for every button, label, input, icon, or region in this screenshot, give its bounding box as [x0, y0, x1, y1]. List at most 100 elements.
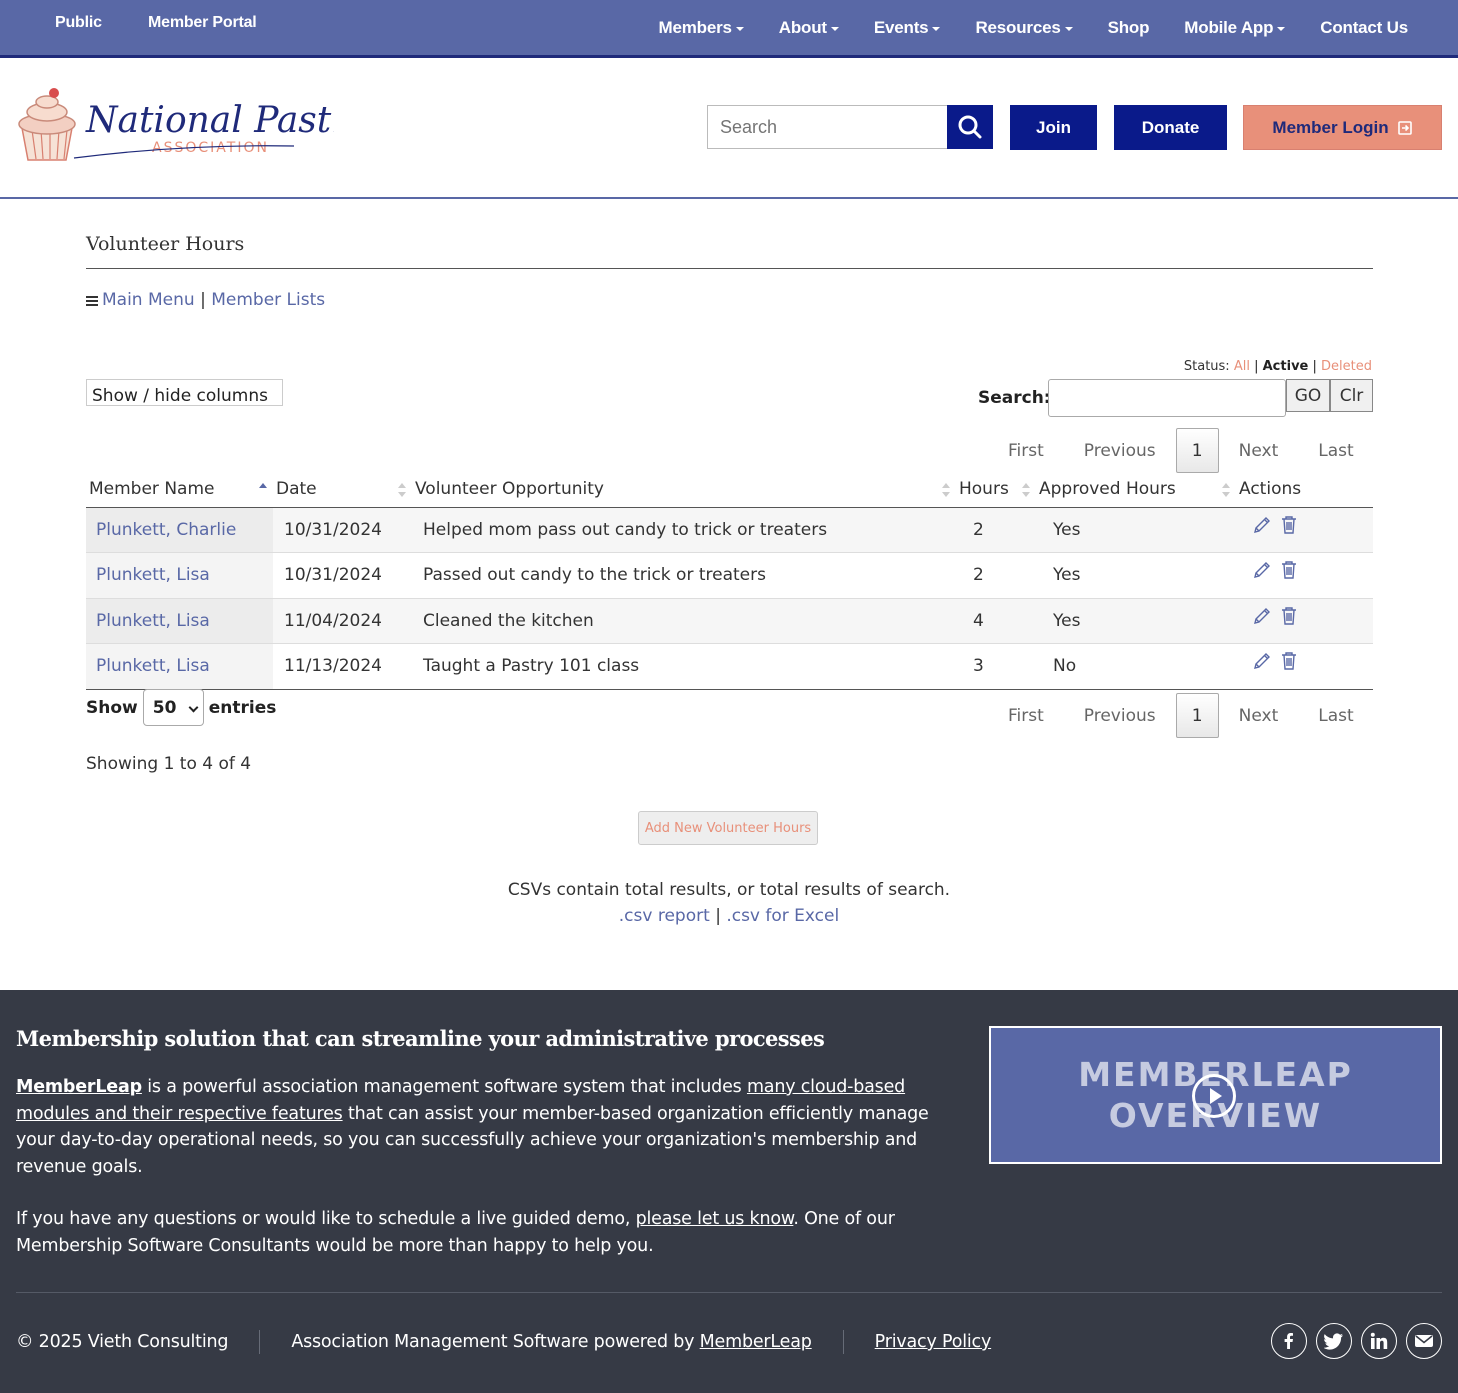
pagination-bottom: First Previous 1 Next Last	[988, 693, 1374, 738]
trash-icon[interactable]	[1280, 560, 1298, 580]
status-all-link[interactable]: All	[1234, 359, 1250, 374]
col-actions: Actions	[1236, 472, 1373, 508]
nav-contact-us[interactable]: Contact Us	[1320, 18, 1408, 38]
table-search-input[interactable]	[1048, 379, 1286, 417]
pager-first[interactable]: First	[988, 706, 1064, 726]
play-icon[interactable]	[1192, 1074, 1236, 1118]
site-logo[interactable]: National Pastries ASSOCIATION	[14, 82, 400, 172]
col-date[interactable]: Date	[273, 472, 412, 508]
pager-previous[interactable]: Previous	[1064, 706, 1176, 726]
edit-icon[interactable]	[1252, 515, 1272, 535]
member-name-link[interactable]: Plunkett, Lisa	[86, 552, 273, 598]
social-links	[1271, 1323, 1442, 1359]
actions-cell	[1236, 597, 1373, 644]
edit-icon[interactable]	[1252, 651, 1272, 671]
member-portal-link[interactable]: Member Portal	[148, 14, 257, 32]
email-icon[interactable]	[1406, 1323, 1442, 1359]
pager-next[interactable]: Next	[1219, 441, 1299, 461]
main-nav: Members About Events Resources Shop Mobi…	[659, 18, 1409, 38]
linkedin-icon[interactable]	[1361, 1323, 1397, 1359]
svg-text:ASSOCIATION: ASSOCIATION	[152, 140, 269, 156]
trash-icon[interactable]	[1280, 515, 1298, 535]
member-login-label: Member Login	[1272, 117, 1389, 137]
nav-resources[interactable]: Resources	[975, 18, 1073, 38]
status-deleted-link[interactable]: Deleted	[1321, 359, 1372, 374]
member-name-link[interactable]: Plunkett, Lisa	[86, 643, 273, 690]
nav-shop[interactable]: Shop	[1108, 18, 1150, 38]
chevron-down-icon	[188, 702, 199, 713]
footer-paragraph-1: MemberLeap is a powerful association man…	[16, 1077, 929, 1177]
csv-note: CSVs contain total results, or total res…	[507, 880, 951, 900]
site-header: National Pastries ASSOCIATION Join Donat…	[0, 58, 1458, 199]
public-link[interactable]: Public	[55, 14, 102, 32]
table-row: Plunkett, Lisa 10/31/2024 Passed out candy…	[86, 552, 1373, 598]
powered-by-link[interactable]: MemberLeap	[700, 1332, 812, 1352]
caret-down-icon	[735, 26, 744, 31]
show-hide-columns-button[interactable]: Show / hide columns	[86, 379, 283, 406]
site-search-input[interactable]	[707, 105, 948, 149]
member-name-link[interactable]: Plunkett, Charlie	[86, 507, 273, 553]
page-title: Volunteer Hours	[86, 233, 245, 255]
approved-cell: Yes	[1036, 507, 1236, 553]
pager-first[interactable]: First	[988, 441, 1064, 461]
col-volunteer-opportunity[interactable]: Volunteer Opportunity	[412, 472, 956, 508]
pager-last[interactable]: Last	[1298, 441, 1373, 461]
copyright: © 2025 Vieth Consulting	[16, 1332, 229, 1352]
breadcrumb: Main Menu | Member Lists	[86, 290, 325, 310]
nav-members[interactable]: Members	[659, 18, 744, 38]
memberleap-link[interactable]: MemberLeap	[16, 1077, 142, 1097]
search-icon	[958, 115, 982, 139]
opportunity-cell: Helped mom pass out candy to trick or tr…	[412, 507, 956, 553]
twitter-icon[interactable]	[1316, 1323, 1352, 1359]
donate-button[interactable]: Donate	[1114, 105, 1227, 150]
col-hours[interactable]: Hours	[956, 472, 1036, 508]
privacy-policy-link[interactable]: Privacy Policy	[875, 1332, 992, 1352]
opportunity-cell: Cleaned the kitchen	[412, 597, 956, 644]
footer-paragraph-2: If you have any questions or would like …	[16, 1209, 895, 1256]
table-row: Plunkett, Lisa 11/04/2024 Cleaned the kitc…	[86, 597, 1373, 644]
member-name-link[interactable]: Plunkett, Lisa	[86, 597, 273, 644]
hours-cell: 4	[956, 597, 1036, 644]
contact-link[interactable]: please let us know	[636, 1209, 794, 1229]
site-search-button[interactable]	[947, 105, 993, 149]
pagination-top: First Previous 1 Next Last	[988, 428, 1374, 473]
facebook-icon[interactable]	[1271, 1323, 1307, 1359]
pager-next[interactable]: Next	[1219, 706, 1299, 726]
member-lists-link[interactable]: Member Lists	[211, 290, 325, 310]
edit-icon[interactable]	[1252, 606, 1272, 626]
overview-video[interactable]: MEMBERLEAP OVERVIEW	[989, 1026, 1442, 1164]
date-cell: 10/31/2024	[273, 552, 412, 598]
add-volunteer-hours-button[interactable]: Add New Volunteer Hours	[638, 811, 818, 845]
date-cell: 11/13/2024	[273, 643, 412, 690]
caret-down-icon	[932, 26, 941, 31]
pager-last[interactable]: Last	[1298, 706, 1373, 726]
trash-icon[interactable]	[1280, 606, 1298, 626]
csv-excel-link[interactable]: .csv for Excel	[726, 906, 839, 926]
breadcrumb-separator: |	[200, 290, 206, 310]
table-row: Plunkett, Lisa 11/13/2024 Taught a Pastry …	[86, 643, 1373, 690]
go-button[interactable]: GO	[1286, 379, 1330, 412]
caret-down-icon	[1277, 26, 1286, 31]
clear-button[interactable]: Clr	[1330, 379, 1373, 412]
trash-icon[interactable]	[1280, 651, 1298, 671]
member-login-button[interactable]: Member Login	[1243, 105, 1442, 150]
col-approved-hours[interactable]: Approved Hours	[1036, 472, 1236, 508]
pager-current-page[interactable]: 1	[1175, 693, 1219, 738]
caret-down-icon	[1064, 26, 1073, 31]
pager-current-page[interactable]: 1	[1175, 428, 1219, 473]
pager-previous[interactable]: Previous	[1064, 441, 1176, 461]
main-menu-link[interactable]: Main Menu	[102, 290, 195, 310]
entries-select[interactable]: 50	[142, 689, 204, 726]
nav-events[interactable]: Events	[874, 18, 941, 38]
status-active-link[interactable]: Active	[1263, 359, 1309, 374]
actions-cell	[1236, 507, 1373, 553]
col-member-name[interactable]: Member Name	[86, 472, 273, 508]
csv-separator: |	[715, 906, 721, 926]
nav-about[interactable]: About	[779, 18, 839, 38]
join-button[interactable]: Join	[1010, 105, 1097, 150]
title-divider	[86, 268, 1373, 269]
csv-report-link[interactable]: .csv report	[619, 906, 710, 926]
svg-text:National Pastries: National Pastries	[85, 100, 334, 141]
nav-mobile-app[interactable]: Mobile App	[1184, 18, 1286, 38]
edit-icon[interactable]	[1252, 560, 1272, 580]
